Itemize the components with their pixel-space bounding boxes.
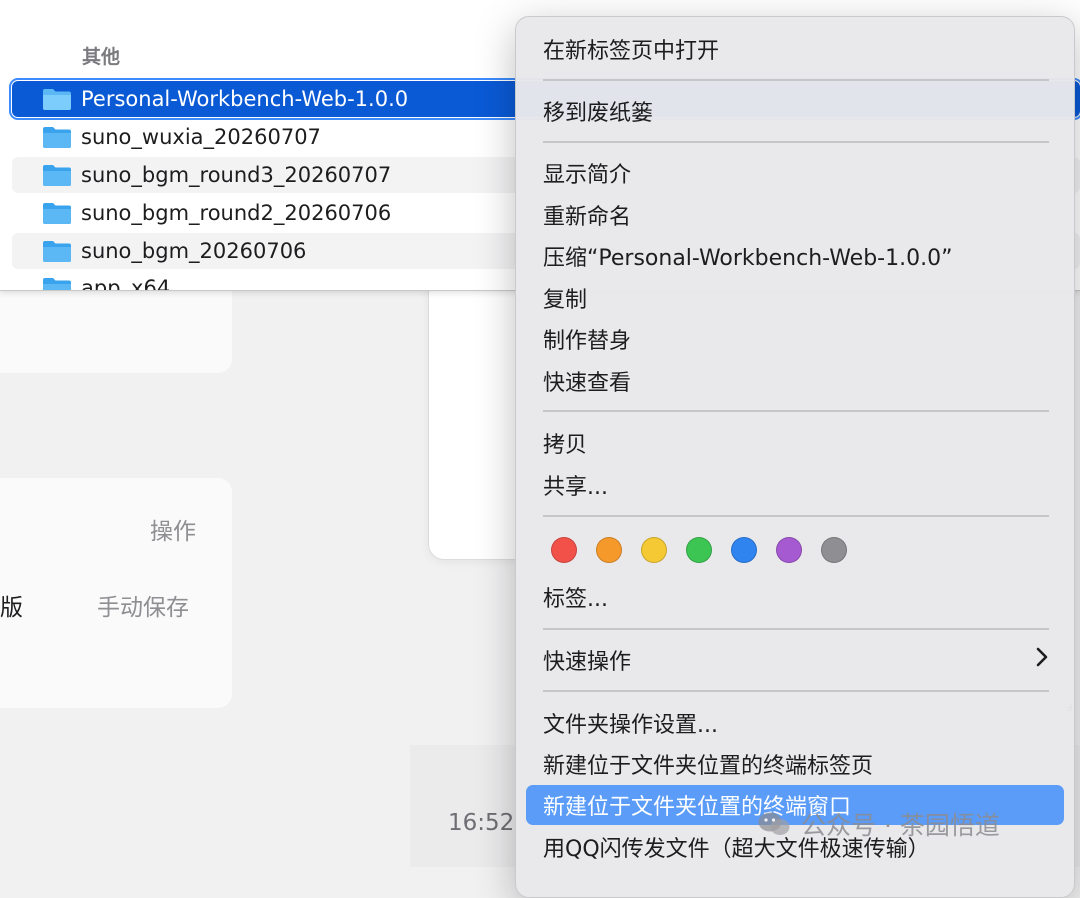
tag-blue-dot[interactable] bbox=[731, 537, 757, 563]
tag-red-dot[interactable] bbox=[551, 537, 577, 563]
context-menu: 在新标签页中打开 移到废纸篓 显示简介 重新命名 压缩“Personal-Wor… bbox=[515, 16, 1075, 898]
menu-separator bbox=[543, 141, 1049, 143]
menu-separator bbox=[543, 690, 1049, 692]
timestamp: 16:52 bbox=[448, 810, 515, 836]
menu-item-share[interactable]: 共享... bbox=[526, 465, 1064, 505]
watermark-text: 公众号 · 茶园悟道 bbox=[801, 811, 1000, 840]
menu-item-quick-look[interactable]: 快速查看 bbox=[526, 361, 1064, 401]
menu-item-make-alias[interactable]: 制作替身 bbox=[526, 319, 1064, 359]
tag-orange-dot[interactable] bbox=[596, 537, 622, 563]
menu-separator bbox=[543, 515, 1049, 517]
file-name: suno_bgm_round3_20260707 bbox=[81, 163, 392, 187]
row-label: 版 bbox=[0, 595, 23, 621]
watermark: 公众号 · 茶园悟道 bbox=[757, 806, 1000, 842]
menu-separator bbox=[543, 628, 1049, 630]
menu-item-duplicate[interactable]: 复制 bbox=[526, 278, 1064, 318]
folder-icon bbox=[43, 127, 71, 148]
folder-icon bbox=[43, 165, 71, 186]
menu-item-copy[interactable]: 拷贝 bbox=[526, 423, 1064, 463]
menu-item-tags[interactable]: 标签... bbox=[526, 577, 1064, 617]
folder-icon bbox=[43, 278, 71, 290]
file-name: app_x64 bbox=[81, 276, 171, 291]
file-name: suno_bgm_20260706 bbox=[81, 239, 307, 263]
tag-purple-dot[interactable] bbox=[776, 537, 802, 563]
menu-item-folder-actions-setup[interactable]: 文件夹操作设置... bbox=[526, 703, 1064, 743]
manual-save-value[interactable]: 手动保存 bbox=[97, 588, 189, 622]
folder-icon bbox=[43, 89, 71, 110]
folder-icon bbox=[43, 203, 71, 224]
menu-item-compress[interactable]: 压缩“Personal-Workbench-Web-1.0.0” bbox=[526, 236, 1064, 276]
file-name: suno_wuxia_20260707 bbox=[81, 125, 321, 149]
menu-item-new-terminal-tab[interactable]: 新建位于文件夹位置的终端标签页 bbox=[526, 744, 1064, 784]
menu-item-get-info[interactable]: 显示简介 bbox=[526, 153, 1064, 193]
file-name: suno_bgm_round2_20260706 bbox=[81, 201, 392, 225]
menu-separator bbox=[543, 79, 1049, 81]
column-header-actions: 操作 bbox=[150, 519, 196, 545]
menu-item-open-in-new-tab[interactable]: 在新标签页中打开 bbox=[526, 29, 1064, 69]
menu-separator bbox=[543, 410, 1049, 412]
chevron-right-icon bbox=[1036, 647, 1048, 667]
menu-item-rename[interactable]: 重新命名 bbox=[526, 195, 1064, 235]
menu-item-move-to-trash[interactable]: 移到废纸篓 bbox=[526, 91, 1064, 131]
tag-gray-dot[interactable] bbox=[821, 537, 847, 563]
section-heading: 其他 bbox=[82, 46, 121, 68]
menu-item-label: 快速操作 bbox=[543, 650, 632, 675]
tag-yellow-dot[interactable] bbox=[641, 537, 667, 563]
tag-green-dot[interactable] bbox=[686, 537, 712, 563]
file-name: Personal-Workbench-Web-1.0.0 bbox=[81, 87, 409, 111]
wechat-icon bbox=[758, 812, 790, 835]
background-panel bbox=[0, 290, 232, 373]
menu-item-quick-actions[interactable]: 快速操作 bbox=[526, 640, 1064, 680]
folder-icon bbox=[43, 241, 71, 262]
